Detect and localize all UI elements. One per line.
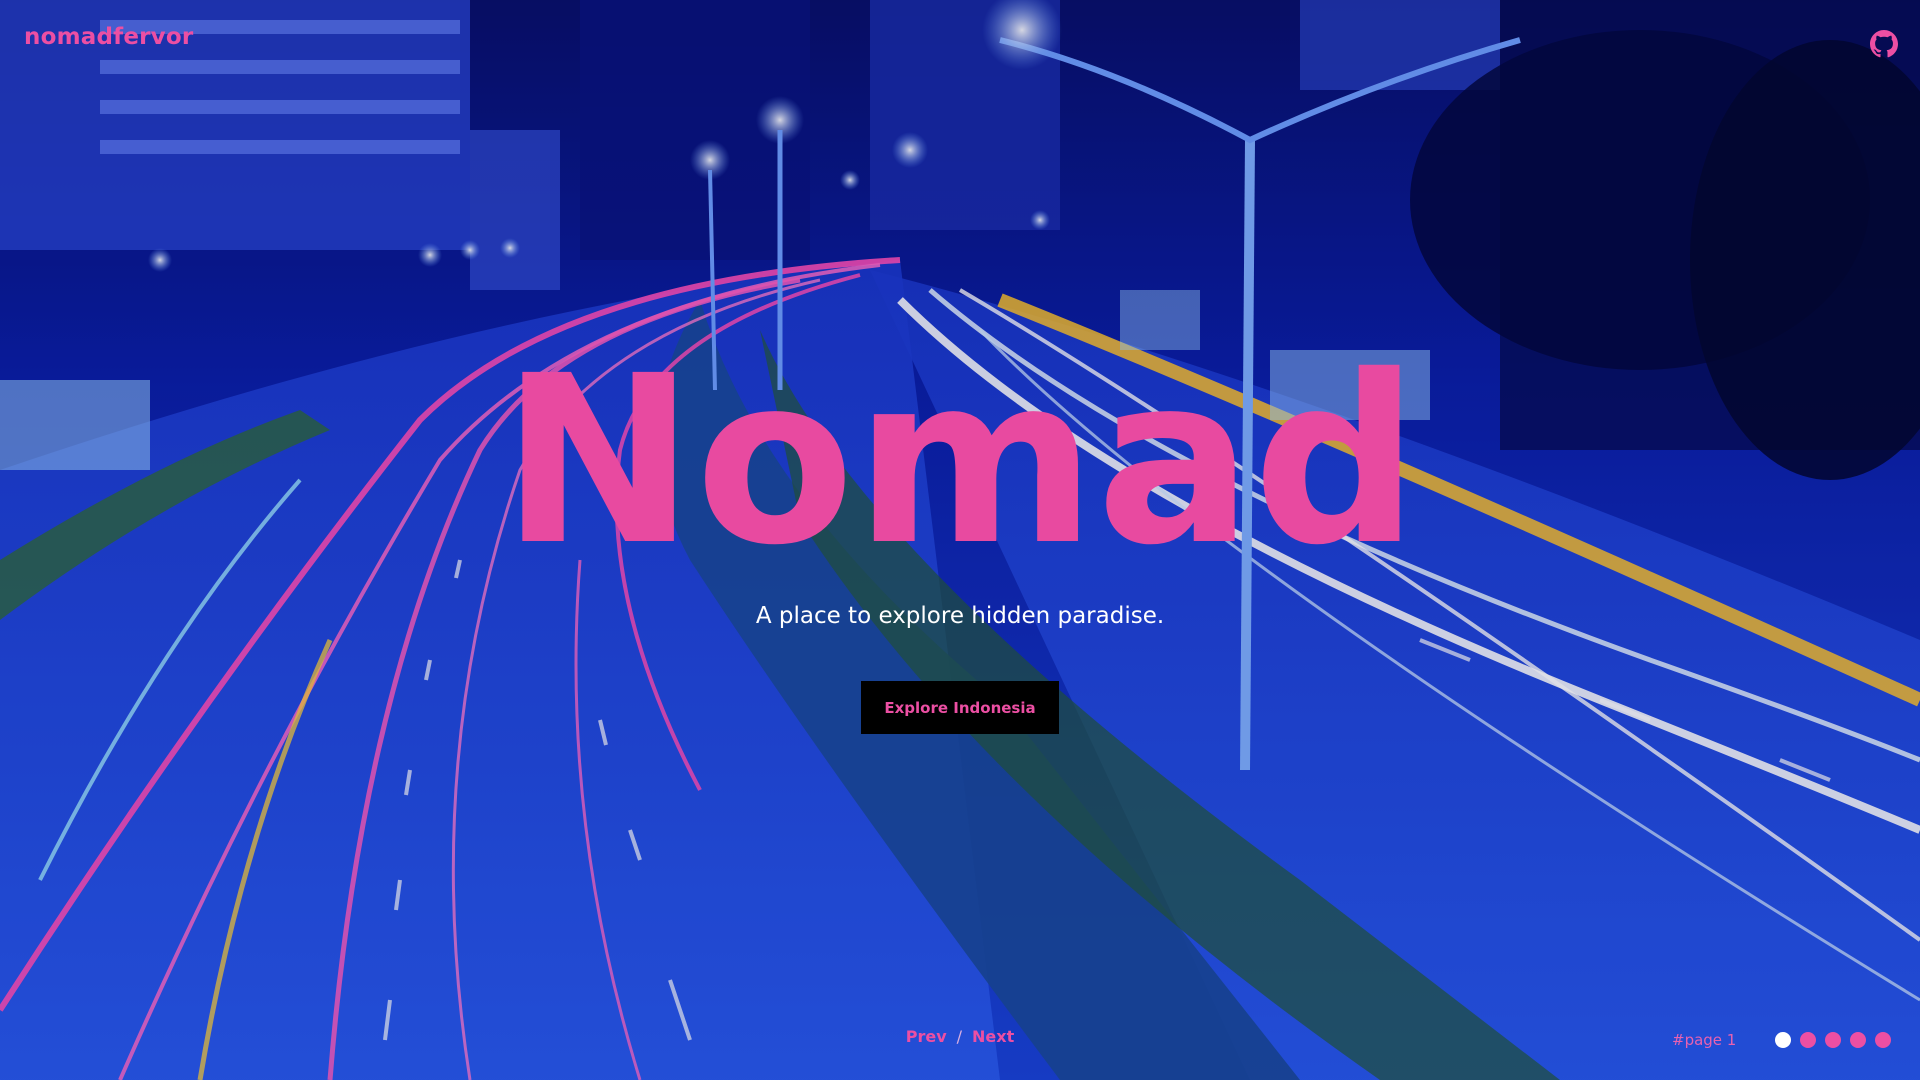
hero-title: Nomad	[501, 326, 1419, 596]
page-dot-1[interactable]	[1775, 1032, 1791, 1048]
github-icon[interactable]	[1870, 30, 1898, 58]
page-indicator-label: #page 1	[1672, 1031, 1737, 1049]
hero-subtitle: A place to explore hidden paradise.	[755, 603, 1165, 629]
page-dot-3[interactable]	[1825, 1032, 1841, 1048]
prev-link[interactable]: Prev	[906, 1027, 947, 1046]
page-dot-5[interactable]	[1875, 1032, 1891, 1048]
prev-next-nav: Prev / Next	[0, 1027, 1920, 1046]
pager-separator: /	[956, 1027, 963, 1046]
brand-logo-link[interactable]: nomadfervor	[24, 24, 193, 50]
hero-page: nomadfervor Nomad A place to explore hid…	[0, 0, 1920, 1080]
page-dot-4[interactable]	[1850, 1032, 1866, 1048]
next-link[interactable]: Next	[972, 1027, 1014, 1046]
explore-indonesia-button[interactable]: Explore Indonesia	[861, 681, 1059, 734]
page-dot-2[interactable]	[1800, 1032, 1816, 1048]
page-dots	[1775, 1032, 1891, 1048]
